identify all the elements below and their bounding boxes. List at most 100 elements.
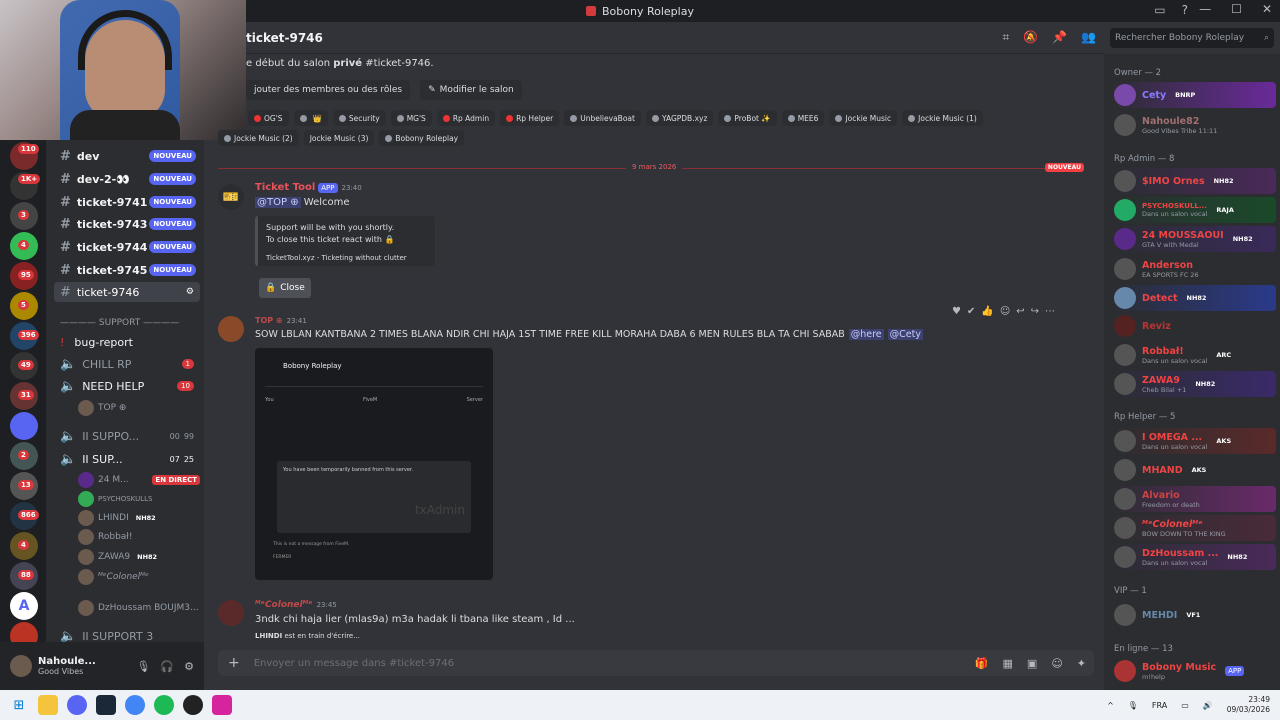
- channel-ticket-9744[interactable]: # ticket-9744 NOUVEAU: [54, 237, 200, 257]
- role-pill[interactable]: Rp Admin: [436, 110, 496, 126]
- threads-icon[interactable]: ⌗: [1002, 30, 1009, 45]
- role-pill[interactable]: Jockie Music (1): [902, 110, 983, 126]
- ticket-icon[interactable]: 🎫: [218, 184, 244, 210]
- channel-ticket-9746[interactable]: # ticket-9746 ⚙: [54, 282, 200, 302]
- close-ticket-button[interactable]: 🔒 Close: [259, 278, 311, 298]
- microphone-icon[interactable]: 🎙: [1128, 701, 1138, 710]
- voice-user[interactable]: PSYCHOSKULLS: [78, 490, 200, 508]
- member-item[interactable]: PSYCHOSKULL... Dans un salon vocal RAJA: [1110, 197, 1276, 223]
- minimize-button[interactable]: —: [1199, 2, 1211, 16]
- channel-ticket-9745[interactable]: # ticket-9745 NOUVEAU: [54, 260, 200, 280]
- member-item[interactable]: Alvario Freedom or death: [1110, 486, 1276, 512]
- microphone-icon[interactable]: 🎙: [136, 660, 150, 673]
- gif-icon[interactable]: ▦: [1003, 657, 1013, 670]
- mute-bell-icon[interactable]: 🔕: [1023, 30, 1038, 45]
- members-icon[interactable]: 👥: [1081, 30, 1096, 45]
- file-explorer-icon[interactable]: [38, 695, 58, 715]
- member-item[interactable]: MHAND AKS: [1110, 457, 1276, 483]
- add-attachment-icon[interactable]: +: [228, 655, 240, 671]
- avatar[interactable]: [218, 316, 244, 342]
- role-pill[interactable]: Jockie Music: [829, 110, 898, 126]
- add-members-button[interactable]: jouter des membres ou des rôles: [246, 80, 411, 100]
- forward-icon[interactable]: ↪: [1031, 306, 1039, 317]
- gear-icon[interactable]: ⚙: [186, 287, 194, 297]
- steam-icon[interactable]: [96, 695, 116, 715]
- voice-channel-chill[interactable]: 🔈 CHILL RP 1: [54, 354, 200, 374]
- role-pill[interactable]: YAGPDB.xyz: [645, 110, 714, 126]
- voice-channel-support-1[interactable]: 🔈 II SUPPO... 00 99: [54, 426, 200, 446]
- author-name[interactable]: TOP ⊕: [255, 316, 283, 325]
- voice-channel-support-2[interactable]: 🔈 II SUP... 07 25: [54, 449, 200, 469]
- close-button[interactable]: ✕: [1262, 2, 1272, 16]
- voice-user[interactable]: TOP ⊕: [78, 399, 200, 417]
- apps-icon[interactable]: ✦: [1077, 657, 1086, 670]
- message-input[interactable]: + Envoyer un message dans #ticket-9746 🎁…: [218, 650, 1094, 676]
- settings-gear-icon[interactable]: ⚙: [184, 660, 194, 673]
- member-item[interactable]: DzHoussam ... Dans un salon vocal NH82: [1110, 544, 1276, 570]
- role-pill[interactable]: Rp Helper: [500, 110, 560, 126]
- channel-ticket-9741[interactable]: # ticket-9741 NOUVEAU: [54, 192, 200, 212]
- role-pill[interactable]: Bobony Roleplay: [379, 130, 465, 146]
- network-icon[interactable]: ▭: [1181, 701, 1189, 710]
- user-mention[interactable]: @TOP ⊕: [255, 197, 301, 208]
- voice-user[interactable]: 24 M... EN DIRECT: [78, 471, 200, 489]
- avatar[interactable]: [10, 655, 32, 677]
- channel-dev-2[interactable]: # dev-2-👀 NOUVEAU: [54, 169, 200, 189]
- heart-icon[interactable]: ♥: [952, 306, 961, 317]
- role-pill[interactable]: Jockie Music (3): [303, 130, 375, 146]
- member-item[interactable]: ᴹᵉColonelᴹᵉ BOW DOWN TO THE KING: [1110, 515, 1276, 541]
- here-mention[interactable]: @here: [848, 329, 884, 340]
- user-mention[interactable]: @Cety: [887, 329, 923, 340]
- instagram-icon[interactable]: [212, 695, 232, 715]
- voice-channel-need-help[interactable]: 🔈 NEED HELP 10: [54, 376, 200, 396]
- member-item[interactable]: Detect NH82: [1110, 285, 1276, 311]
- member-item[interactable]: Robbał! Dans un salon vocal ARC: [1110, 342, 1276, 368]
- voice-user[interactable]: Robbał!: [78, 528, 200, 546]
- voice-channel-support-3[interactable]: 🔈 II SUPPORT 3: [54, 626, 200, 643]
- channel-dev[interactable]: # dev NOUVEAU: [54, 146, 200, 166]
- check-icon[interactable]: ✔: [967, 306, 975, 317]
- windows-start-icon[interactable]: ⊞: [9, 695, 29, 715]
- thumbs-up-icon[interactable]: 👍: [981, 306, 993, 317]
- channel-ticket-9743[interactable]: # ticket-9743 NOUVEAU: [54, 214, 200, 234]
- member-item[interactable]: MEHDI VF1: [1110, 602, 1276, 628]
- chevron-up-icon[interactable]: ^: [1107, 701, 1114, 710]
- clock[interactable]: 23:49 09/03/2026: [1227, 695, 1270, 715]
- member-item[interactable]: I OMEGA ... Dans un salon vocal AKS: [1110, 428, 1276, 454]
- author-name[interactable]: ᴹᵉColonelᴹᵉ: [255, 600, 313, 610]
- role-pill[interactable]: Jockie Music (2): [218, 130, 299, 146]
- attachment-image[interactable]: Bobony Roleplay You FiveM Server You have …: [255, 348, 493, 580]
- emoji-icon[interactable]: ☺: [1051, 657, 1062, 670]
- server-icon[interactable]: A: [10, 592, 38, 620]
- language-indicator[interactable]: FRA: [1152, 701, 1167, 710]
- search-input[interactable]: Rechercher Bobony Roleplay ⌕: [1110, 28, 1274, 48]
- headphones-icon[interactable]: 🎧: [160, 660, 174, 673]
- member-item[interactable]: Bobony Music m!help APP: [1110, 658, 1276, 684]
- member-item[interactable]: Cety BNRP: [1110, 82, 1276, 108]
- gift-icon[interactable]: 🎁: [975, 657, 989, 670]
- app-icon[interactable]: [183, 695, 203, 715]
- pin-icon[interactable]: 📌: [1052, 30, 1067, 45]
- more-icon[interactable]: ⋯: [1045, 306, 1055, 317]
- member-item[interactable]: ZAWA9 Cheb Bilal +1 NH82: [1110, 371, 1276, 397]
- monitor-icon[interactable]: ▭: [1154, 3, 1165, 17]
- role-pill[interactable]: MEE6: [781, 110, 825, 126]
- help-icon[interactable]: ?: [1182, 3, 1188, 17]
- role-pill[interactable]: 👑: [293, 110, 328, 126]
- role-pill[interactable]: ProBot ✨: [718, 110, 777, 126]
- category-support[interactable]: ———— SUPPORT ————: [60, 318, 200, 328]
- sticker-icon[interactable]: ▣: [1027, 657, 1037, 670]
- voice-user[interactable]: ᴹᵉColonelᴹᵉ: [78, 568, 200, 586]
- member-item[interactable]: Anderson EA SPORTS FC 26: [1110, 256, 1276, 282]
- edit-channel-button[interactable]: ✎ Modifier le salon: [420, 80, 522, 100]
- spotify-icon[interactable]: [154, 695, 174, 715]
- voice-user[interactable]: ZAWA9 NH82: [78, 548, 200, 566]
- volume-icon[interactable]: 🔊: [1203, 701, 1213, 710]
- voice-user[interactable]: DzHoussam BOUJM3...: [78, 599, 200, 617]
- voice-user[interactable]: LHINDI NH82: [78, 509, 200, 527]
- emoji-icon[interactable]: ☺: [1000, 306, 1010, 317]
- role-pill[interactable]: OG'S: [248, 110, 289, 126]
- member-item[interactable]: $IMO Ornes NH82: [1110, 168, 1276, 194]
- member-item[interactable]: Reviz: [1110, 313, 1276, 339]
- role-pill[interactable]: Security: [332, 110, 386, 126]
